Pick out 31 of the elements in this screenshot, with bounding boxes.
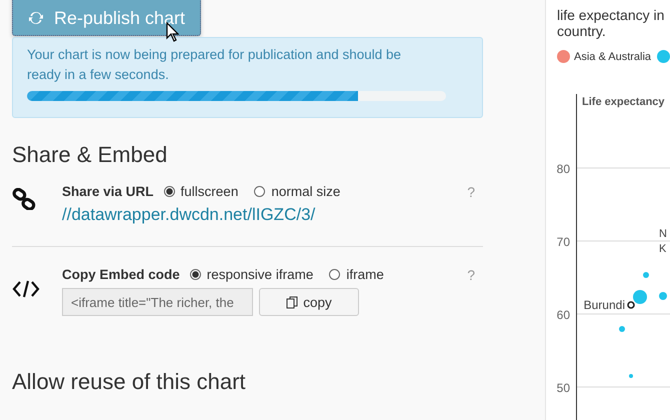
legend-label: Asia & Australia <box>574 50 652 62</box>
share-url-link[interactable]: //datawrapper.dwcdn.net/lIGZC/3/ <box>62 205 468 225</box>
radio-option[interactable]: fullscreen <box>164 184 238 199</box>
radio-option[interactable]: responsive iframe <box>190 267 314 282</box>
y-tick-label: 80 <box>556 162 570 176</box>
radio-option[interactable]: iframe <box>329 267 384 282</box>
point-label: Burundi <box>584 298 625 312</box>
chart-description: country. <box>557 23 607 39</box>
y-tick-label: 70 <box>556 235 570 249</box>
y-tick-label: 60 <box>556 308 570 322</box>
data-point <box>629 374 633 378</box>
copy-button[interactable]: copy <box>259 288 359 316</box>
chart-description: life expectancy in <box>557 7 666 23</box>
point-label: N <box>659 228 667 240</box>
data-point <box>643 272 649 278</box>
data-point <box>619 326 625 332</box>
refresh-icon <box>28 10 44 26</box>
embed-code-field[interactable]: <iframe title="The richer, the <box>62 288 253 316</box>
y-axis-title: Life expectancy <box>582 96 665 108</box>
radio-option[interactable]: normal size <box>254 184 340 199</box>
code-icon <box>12 279 40 299</box>
copy-icon <box>286 296 298 308</box>
y-tick-label: 50 <box>556 381 570 395</box>
link-icon <box>12 188 36 210</box>
point-label: K <box>659 243 666 255</box>
data-point <box>659 292 667 300</box>
status-message: Your chart is now being prepared for publication and should be ready in a few seconds. <box>27 46 402 84</box>
share-url-label: Share via URL <box>62 184 154 199</box>
section-heading: Allow reuse of this chart <box>12 369 247 395</box>
section-heading: Share & Embed <box>12 142 168 168</box>
embed-code-label: Copy Embed code <box>62 267 180 282</box>
